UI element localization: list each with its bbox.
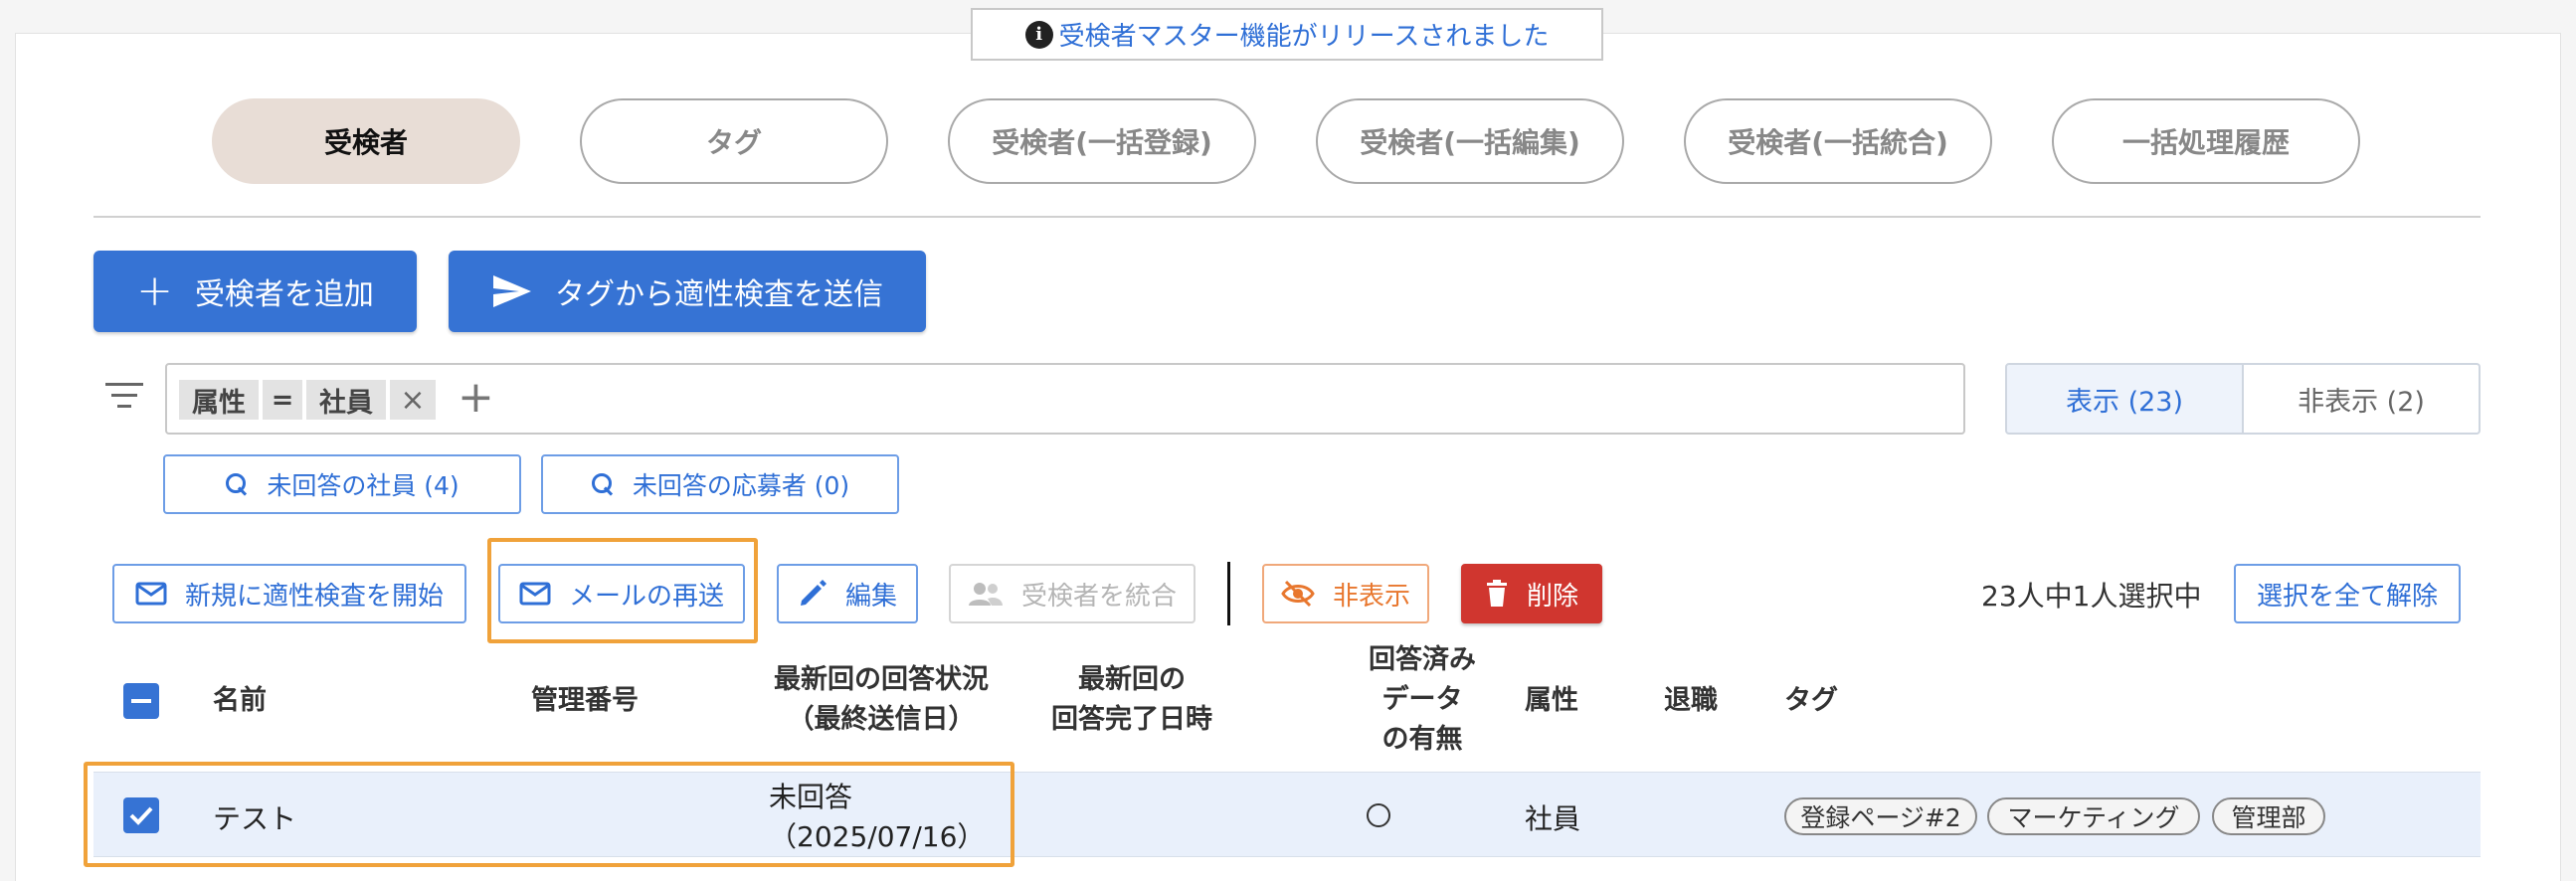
header-answered-line2: データ — [1381, 684, 1463, 715]
header-attribute[interactable]: 属性 — [1525, 681, 1578, 721]
search-icon — [225, 472, 249, 496]
delete-button[interactable]: 削除 — [1461, 564, 1602, 623]
header-answered-line3: の有無 — [1381, 724, 1463, 755]
tabs-divider — [93, 216, 2481, 218]
header-answered-line1: 回答済み — [1369, 644, 1476, 675]
tag-badge[interactable]: マーケティング — [1987, 797, 2200, 835]
tag-badge[interactable]: 登録ページ#2 — [1784, 797, 1977, 835]
show-hidden-toggle[interactable]: 非表示 (2) — [2244, 363, 2481, 435]
indeterminate-icon — [131, 699, 151, 703]
filter-chip-value[interactable]: 社員 — [306, 380, 386, 420]
select-all-checkbox[interactable] — [123, 683, 159, 719]
header-mgmt-no[interactable]: 管理番号 — [531, 681, 639, 721]
send-icon — [493, 275, 531, 307]
eye-off-icon — [1281, 580, 1315, 608]
tab-tags[interactable]: タグ — [580, 98, 888, 184]
mail-icon — [519, 582, 551, 606]
answered-circle-icon — [1367, 803, 1390, 827]
info-icon: i — [1024, 20, 1053, 49]
selection-count: 23人中1人選択中 — [1981, 580, 2202, 613]
edit-label: 編集 — [844, 581, 897, 612]
filter-remove-icon[interactable]: × — [390, 380, 436, 420]
show-visible-toggle[interactable]: 表示 (23) — [2005, 363, 2244, 435]
add-filter-icon[interactable]: + — [458, 376, 494, 420]
unanswered-applicants-button[interactable]: 未回答の応募者 (0) — [541, 454, 899, 514]
start-new-test-label: 新規に適性検査を開始 — [184, 581, 444, 612]
header-latest-status[interactable]: 最新回の回答状況 （最終送信日） — [766, 660, 997, 740]
resend-mail-button[interactable]: メールの再送 — [498, 564, 745, 623]
tag-badge[interactable]: 管理部 — [2212, 797, 2325, 835]
delete-label: 削除 — [1526, 581, 1578, 612]
hide-label: 非表示 — [1332, 581, 1410, 612]
resend-mail-label: メールの再送 — [568, 581, 724, 612]
merge-examinees-label: 受検者を統合 — [1020, 581, 1177, 612]
header-tags[interactable]: タグ — [1784, 681, 1838, 721]
unanswered-employees-button[interactable]: 未回答の社員 (4) — [163, 454, 521, 514]
tab-bulk-merge[interactable]: 受検者(一括統合) — [1684, 98, 1992, 184]
filter-chip-operator[interactable]: = — [263, 380, 302, 420]
tab-bulk-edit[interactable]: 受検者(一括編集) — [1316, 98, 1624, 184]
clear-selection-button[interactable]: 選択を全て解除 — [2234, 564, 2461, 623]
tab-bulk-history[interactable]: 一括処理履歴 — [2052, 98, 2360, 184]
header-retired[interactable]: 退職 — [1664, 681, 1718, 721]
tab-examinees[interactable]: 受検者 — [212, 98, 520, 184]
mail-icon — [135, 582, 167, 606]
row-highlight — [84, 762, 1014, 867]
hide-button[interactable]: 非表示 — [1262, 564, 1429, 623]
plus-icon: + — [136, 265, 173, 316]
filter-icon[interactable] — [105, 383, 143, 413]
people-icon — [968, 583, 1003, 606]
edit-button[interactable]: 編集 — [777, 564, 918, 623]
release-notice[interactable]: i 受検者マスター機能がリリースされました — [971, 8, 1603, 61]
unanswered-applicants-label: 未回答の応募者 (0) — [632, 471, 850, 500]
header-latest-status-line2: （最終送信日） — [787, 704, 976, 735]
header-latest-status-line1: 最新回の回答状況 — [774, 664, 989, 695]
unanswered-employees-label: 未回答の社員 (4) — [267, 471, 460, 500]
tab-bulk-register[interactable]: 受検者(一括登録) — [948, 98, 1256, 184]
add-examinee-button[interactable]: + 受検者を追加 — [93, 251, 417, 332]
action-separator — [1227, 562, 1230, 625]
header-name[interactable]: 名前 — [213, 681, 267, 721]
header-completed-at-line1: 最新回の — [1078, 664, 1186, 695]
send-from-tag-label: タグから適性検査を送信 — [555, 277, 883, 312]
header-completed-at-line2: 回答完了日時 — [1051, 704, 1212, 735]
trash-icon — [1486, 580, 1507, 607]
header-completed-at[interactable]: 最新回の 回答完了日時 — [1044, 660, 1219, 740]
row-attribute: 社員 — [1525, 802, 1581, 835]
search-icon — [591, 472, 615, 496]
filter-chip-field[interactable]: 属性 — [179, 380, 259, 420]
add-examinee-label: 受検者を追加 — [194, 277, 374, 312]
merge-examinees-button[interactable]: 受検者を統合 — [949, 564, 1196, 623]
pencil-icon — [800, 580, 827, 606]
release-notice-text[interactable]: 受検者マスター機能がリリースされました — [1059, 16, 1550, 53]
start-new-test-button[interactable]: 新規に適性検査を開始 — [112, 564, 466, 623]
send-from-tag-button[interactable]: タグから適性検査を送信 — [449, 251, 926, 332]
header-answered-data[interactable]: 回答済み データ の有無 — [1362, 640, 1483, 760]
